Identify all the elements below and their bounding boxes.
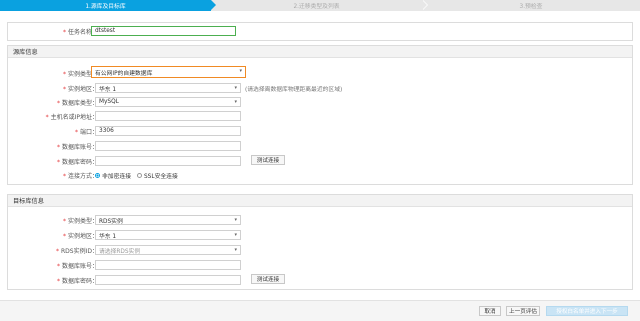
target-panel-title: 目标库信息 [8, 195, 632, 207]
src-test-connection-button[interactable]: 测试连接 [251, 155, 285, 165]
task-name-input[interactable]: dtstest [91, 26, 236, 36]
chevron-down-icon: ▾ [234, 247, 237, 253]
tgt-password-label: * 数据库密码： [56, 278, 98, 285]
footer-bar: 取消 上一页评估 授权白名单并进入下一步 [0, 300, 640, 321]
chevron-down-icon: ▾ [234, 217, 237, 223]
src-password-label: * 数据库密码： [56, 159, 98, 166]
tgt-rds-id-select[interactable]: 请选择RDS实例 ▾ [95, 245, 241, 255]
tgt-instance-type-select[interactable]: RDS实例 ▾ [95, 215, 241, 225]
src-host-label: * 主机名或IP地址： [45, 114, 98, 121]
source-panel: 源库信息 * 实例类型： 有公网IP的自建数据库 ▾ * 实例地区： 华东 1 ▾ (请… [7, 45, 633, 185]
radio-non-encrypted[interactable]: 非加密连接 [95, 171, 131, 180]
step-1: 1.源库及目标库 [0, 0, 216, 11]
cancel-button[interactable]: 取消 [479, 306, 501, 316]
src-host-input[interactable] [95, 111, 241, 121]
target-panel: 目标库信息 * 实例类型： RDS实例 ▾ * 实例地区： 华东 1 ▾ * RDS实例I… [7, 194, 633, 290]
src-region-select[interactable]: 华东 1 ▾ [95, 83, 241, 93]
src-port-label: * 端口： [74, 129, 98, 136]
src-region-hint: (请选择离数据库物理距离最近的区域) [245, 87, 343, 93]
src-conn-label: * 连接方式： [62, 173, 98, 180]
src-account-input[interactable] [95, 141, 241, 151]
step-2-label: 2.迁移类型及列表 [293, 4, 340, 10]
tgt-test-connection-button[interactable]: 测试连接 [251, 274, 285, 284]
radio-dot-icon [137, 173, 142, 178]
src-password-input[interactable] [95, 156, 241, 166]
task-name-label: * 任务名称： [62, 29, 98, 36]
radio-ssl[interactable]: SSL安全连接 [137, 171, 178, 180]
tgt-region-select[interactable]: 华东 1 ▾ [95, 230, 241, 240]
tgt-instance-type-label: * 实例类型： [62, 218, 98, 225]
tgt-account-label: * 数据库账号： [56, 263, 98, 270]
tgt-rds-id-label: * RDS实例ID： [56, 248, 98, 255]
src-db-type-label: * 数据库类型： [56, 100, 98, 107]
step-2: 2.迁移类型及列表 [211, 0, 428, 11]
src-conn-radio-group: 非加密连接 SSL安全连接 [95, 170, 184, 181]
tgt-region-label: * 实例地区： [62, 233, 98, 240]
step-3-label: 3.预检查 [519, 4, 543, 10]
prev-button[interactable]: 上一页评估 [506, 306, 540, 316]
src-instance-type-select[interactable]: 有公网IP的自建数据库 ▾ [91, 66, 246, 78]
next-button[interactable]: 授权白名单并进入下一步 [546, 306, 628, 316]
chevron-down-icon: ▾ [239, 68, 242, 74]
src-instance-type-label: * 实例类型： [62, 71, 98, 78]
source-panel-title: 源库信息 [8, 46, 632, 58]
tgt-password-input[interactable] [95, 275, 241, 285]
chevron-down-icon: ▾ [234, 99, 237, 105]
src-region-label: * 实例地区： [62, 86, 98, 93]
radio-dot-icon [95, 173, 100, 178]
src-db-type-select[interactable]: MySQL ▾ [95, 97, 241, 107]
step-3: 3.预检查 [422, 0, 640, 11]
step-1-label: 1.源库及目标库 [85, 4, 126, 10]
task-panel: * 任务名称： dtstest [7, 22, 633, 41]
chevron-down-icon: ▾ [234, 85, 237, 91]
wizard-steps: 1.源库及目标库 2.迁移类型及列表 3.预检查 [0, 0, 640, 11]
tgt-account-input[interactable] [95, 260, 241, 270]
src-port-input[interactable]: 3306 [95, 126, 241, 136]
chevron-down-icon: ▾ [234, 232, 237, 238]
src-account-label: * 数据库账号： [56, 144, 98, 151]
